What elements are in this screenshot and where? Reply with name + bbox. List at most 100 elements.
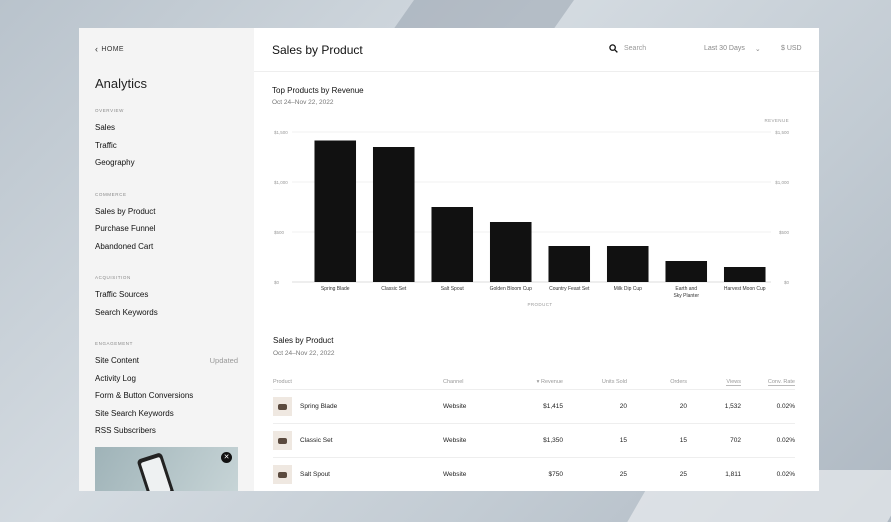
bar	[606, 246, 649, 282]
sidebar-item-site-content[interactable]: Site Content Updated	[95, 352, 254, 370]
y-tick-label-left: $500	[274, 230, 285, 235]
updated-badge: Updated	[209, 356, 238, 365]
product-thumbnail	[273, 465, 292, 484]
x-tick-label: Earth and	[675, 286, 697, 292]
x-tick-label: Golden Bloom Cup	[490, 286, 532, 292]
table-row[interactable]: Classic Set Website $1,350 15 15 702 0.0…	[273, 424, 795, 458]
table-date-range: Oct 24–Nov 22, 2022	[273, 350, 335, 357]
x-tick-label: Milk Dip Cup	[614, 286, 643, 292]
phone-illustration	[136, 452, 176, 491]
sidebar-item-search-keywords[interactable]: Search Keywords	[95, 304, 254, 322]
sidebar-item-label: Site Search Keywords	[95, 408, 174, 418]
orders-cell: 15	[679, 437, 687, 444]
column-orders[interactable]: Orders	[627, 379, 687, 385]
units-cell: 15	[619, 437, 627, 444]
sidebar-item-label: Site Content	[95, 356, 140, 365]
chart-date-range: Oct 24–Nov 22, 2022	[272, 99, 334, 106]
y-tick-label-right: $500	[779, 230, 790, 235]
sidebar-item-sales[interactable]: Sales	[95, 119, 254, 137]
bar	[548, 246, 591, 282]
views-cell: 702	[730, 437, 741, 444]
conv-cell: 0.02%	[776, 403, 795, 410]
x-tick-label: Harvest Moon Cup	[724, 286, 766, 292]
table-title: Sales by Product	[273, 336, 334, 345]
search-box[interactable]: Search	[609, 44, 646, 53]
column-conv-rate[interactable]: Conv. Rate	[741, 379, 795, 386]
bar	[723, 267, 766, 282]
x-axis-label: PRODUCT	[527, 302, 552, 307]
views-cell: 1,532	[724, 403, 741, 410]
sidebar-item-label: Form & Button Conversions	[95, 391, 194, 400]
orders-cell: 20	[679, 403, 687, 410]
column-product[interactable]: Product	[273, 379, 443, 385]
sidebar-item-rss-subscribers[interactable]: RSS Subscribers	[95, 422, 254, 440]
section-label-overview: OVERVIEW	[95, 108, 124, 113]
column-revenue-label: Revenue	[540, 379, 563, 385]
column-channel[interactable]: Channel	[443, 379, 503, 385]
sidebar-item-label: RSS Subscribers	[95, 426, 156, 435]
sidebar-item-label: Abandoned Cart	[95, 241, 154, 251]
sidebar: ‹ HOME Analytics OVERVIEW Sales Traffic …	[79, 28, 254, 491]
sidebar-item-label: Traffic	[95, 140, 117, 150]
sidebar-item-sales-by-product[interactable]: Sales by Product	[95, 203, 254, 221]
home-back-link[interactable]: ‹ HOME	[95, 44, 254, 54]
column-revenue[interactable]: ▾ Revenue	[503, 379, 563, 385]
y-tick-label-right: $1,000	[775, 180, 789, 185]
y-tick-label-left: $1,000	[274, 180, 288, 185]
chevron-left-icon: ‹	[95, 44, 99, 54]
y-tick-label-left: $0	[274, 280, 280, 285]
currency-select[interactable]: $ USD	[781, 45, 802, 52]
bar	[314, 140, 357, 282]
x-tick-label: Country Feast Set	[549, 286, 590, 292]
sidebar-item-activity-log[interactable]: Activity Log	[95, 370, 254, 388]
back-label: HOME	[101, 45, 125, 53]
product-thumbnail	[273, 397, 292, 416]
search-icon	[609, 44, 618, 53]
table-row[interactable]: Spring Blade Website $1,415 20 20 1,532 …	[273, 390, 795, 424]
sidebar-item-form-button-conversions[interactable]: Form & Button Conversions	[95, 387, 254, 405]
units-cell: 25	[619, 471, 627, 478]
section-label-acquisition: ACQUISITION	[95, 275, 131, 280]
channel-cell: Website	[443, 471, 467, 478]
sidebar-item-traffic[interactable]: Traffic	[95, 137, 254, 155]
views-cell: 1,811	[725, 471, 741, 478]
x-tick-label: Sky Planter	[673, 293, 699, 299]
x-tick-label: Spring Blade	[321, 286, 350, 292]
column-views-label: Views	[726, 379, 741, 386]
sidebar-item-geography[interactable]: Geography	[95, 154, 254, 172]
x-tick-label: Salt Spout	[441, 286, 465, 292]
sidebar-item-traffic-sources[interactable]: Traffic Sources	[95, 286, 254, 304]
search-input[interactable]: Search	[624, 45, 646, 52]
date-range-select[interactable]: Last 30 Days ⌄	[704, 45, 761, 53]
column-views[interactable]: Views	[687, 379, 741, 386]
column-units-sold[interactable]: Units Sold	[563, 379, 627, 385]
channel-cell: Website	[443, 437, 467, 444]
sidebar-title: Analytics	[95, 76, 148, 91]
revenue-bar-chart: $0 $0 $500 $500 $1,000 $1,000 $1,500 $1,500 REVE…	[274, 118, 790, 307]
main-panel: Sales by Product Search Last 30 Days ⌄ $…	[254, 28, 819, 491]
bar	[489, 222, 532, 282]
section-label-commerce: COMMERCE	[95, 191, 127, 197]
sidebar-item-label: Sales by Product	[95, 206, 156, 216]
channel-cell: Website	[443, 403, 467, 410]
sidebar-item-site-search-keywords[interactable]: Site Search Keywords	[95, 405, 254, 423]
y-tick-label-right: $1,500	[775, 130, 789, 135]
sidebar-item-label: Geography	[95, 158, 135, 167]
sidebar-item-abandoned-cart[interactable]: Abandoned Cart	[95, 238, 254, 256]
units-cell: 20	[619, 403, 627, 410]
revenue-cell: $750	[548, 471, 563, 478]
sidebar-item-purchase-funnel[interactable]: Purchase Funnel	[95, 220, 254, 238]
promo-card-image: ✕	[95, 447, 238, 491]
bar	[431, 207, 474, 282]
table-row[interactable]: Salt Spout Website $750 25 25 1,811 0.02…	[273, 458, 795, 491]
sidebar-item-label: Purchase Funnel	[95, 224, 156, 233]
revenue-cell: $1,350	[543, 437, 563, 444]
section-label-engagement: ENGAGEMENT	[95, 341, 134, 346]
chevron-down-icon: ⌄	[754, 46, 761, 53]
y-tick-label-left: $1,500	[274, 130, 288, 135]
chart-title: Top Products by Revenue	[272, 86, 364, 95]
product-name: Salt Spout	[300, 471, 330, 478]
product-name: Spring Blade	[300, 403, 338, 410]
close-icon[interactable]: ✕	[221, 452, 232, 463]
product-thumbnail	[273, 431, 292, 450]
